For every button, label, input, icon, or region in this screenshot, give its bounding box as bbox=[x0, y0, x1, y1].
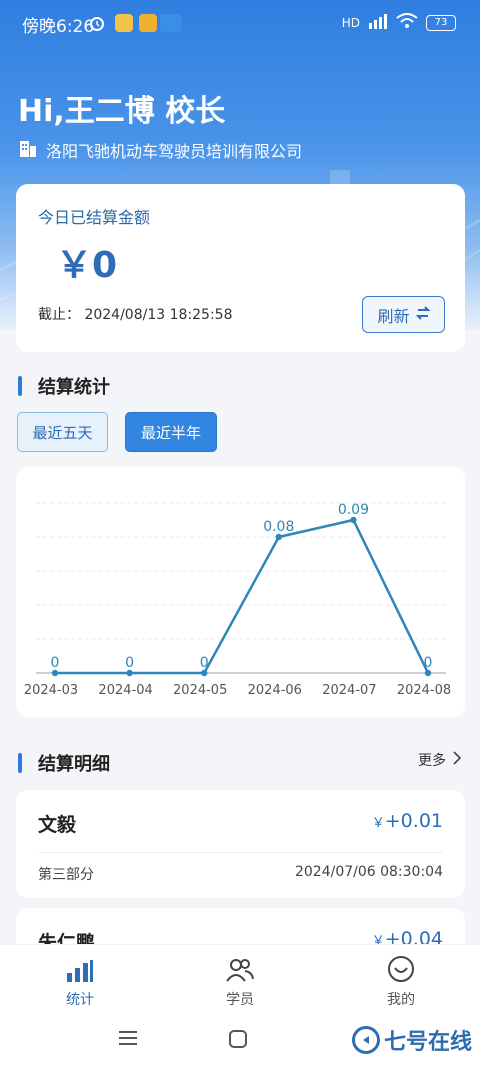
stats-title: 结算统计 bbox=[38, 377, 110, 398]
zhihu-icon bbox=[160, 14, 182, 32]
record-amount: ￥+0.01 bbox=[372, 810, 443, 832]
settlement-cutoff: 截止： 2024/08/13 18:25:58 bbox=[38, 304, 232, 324]
series-line bbox=[55, 518, 430, 675]
tab-mine[interactable]: 我的 bbox=[351, 953, 451, 1009]
refresh-label: 刷新 bbox=[377, 306, 410, 326]
record-time: 2024/07/06 08:30:04 bbox=[294, 864, 443, 880]
notification-app-icon bbox=[115, 14, 133, 32]
signal-icon bbox=[368, 13, 388, 32]
details-section-title: 结算明细 bbox=[18, 750, 110, 776]
bottom-tab-bar: 统计 学员 我的 bbox=[0, 944, 480, 1012]
data-label: 0 bbox=[125, 655, 134, 671]
greeting-title: Hi,王二博 校长 bbox=[18, 94, 226, 129]
settlement-title: 今日已结算金额 bbox=[38, 208, 151, 227]
home-icon[interactable] bbox=[229, 1030, 247, 1052]
users-icon bbox=[190, 953, 290, 983]
stats-section-title: 结算统计 bbox=[18, 373, 110, 399]
menu-icon[interactable] bbox=[118, 1030, 138, 1050]
watermark-text: 七号在线 bbox=[383, 1030, 472, 1055]
data-label: 0 bbox=[51, 655, 60, 671]
record-divider bbox=[38, 852, 443, 853]
x-tick-label: 2024-07 bbox=[322, 683, 376, 698]
status-time: 傍晚6:26 bbox=[22, 17, 95, 37]
details-title: 结算明细 bbox=[38, 754, 110, 775]
settlement-line-chart: 0 0 0 0.08 0.09 0 2024-03 2024-04 2024-05 2024-06… bbox=[24, 502, 451, 698]
more-link[interactable]: 更多 bbox=[418, 750, 462, 770]
watermark-logo-icon bbox=[351, 1026, 380, 1054]
record-category: 第三部分 bbox=[38, 867, 94, 883]
tab-students[interactable]: 学员 bbox=[190, 953, 290, 1009]
x-tick-label: 2024-04 bbox=[98, 683, 152, 698]
cutoff-label: 截止： bbox=[38, 307, 80, 323]
data-label: 0.08 bbox=[263, 519, 294, 535]
alarm-icon bbox=[88, 14, 106, 32]
wifi-icon bbox=[396, 13, 418, 32]
tab-statistics[interactable]: 统计 bbox=[30, 953, 130, 1009]
more-label: 更多 bbox=[418, 753, 446, 769]
status-bar: 傍晚6:26 HD 73 bbox=[0, 0, 480, 46]
section-accent-bar bbox=[18, 376, 22, 396]
tab-statistics-label: 统计 bbox=[66, 992, 94, 1008]
company-label: 洛阳飞驰机动车驾驶员培训有限公司 bbox=[46, 142, 303, 161]
x-tick-label: 2024-06 bbox=[248, 683, 302, 698]
smile-icon bbox=[351, 953, 451, 983]
building-icon bbox=[18, 138, 38, 162]
watermark: 七号在线 bbox=[351, 1024, 472, 1056]
network-type: HD bbox=[341, 15, 360, 30]
notification-app-icon-2 bbox=[139, 14, 157, 32]
x-tick-label: 2024-03 bbox=[24, 683, 78, 698]
settlement-amount: ￥0 bbox=[56, 245, 118, 286]
range-last-half-year-button[interactable]: 最近半年 bbox=[125, 412, 217, 452]
settlement-record[interactable]: 文毅 ￥+0.01 第三部分 2024/07/06 08:30:04 bbox=[16, 790, 465, 898]
record-amount-value: +0.01 bbox=[384, 810, 443, 832]
range-last-5-days-button[interactable]: 最近五天 bbox=[17, 412, 108, 452]
data-label: 0.09 bbox=[338, 502, 369, 518]
data-label: 0 bbox=[200, 655, 209, 671]
section-accent-bar bbox=[18, 753, 22, 773]
bar-chart-icon bbox=[30, 953, 130, 983]
status-right: HD 73 bbox=[342, 13, 456, 32]
data-label: 0 bbox=[424, 655, 433, 671]
battery-indicator: 73 bbox=[426, 14, 456, 31]
settlement-card: 今日已结算金额 ￥0 截止： 2024/08/13 18:25:58 刷新 bbox=[16, 184, 465, 352]
settlement-chart-card: 0 0 0 0.08 0.09 0 2024-03 2024-04 2024-05 2024-06… bbox=[16, 467, 465, 717]
company-name: 洛阳飞驰机动车驾驶员培训有限公司 bbox=[18, 138, 302, 162]
x-tick-label: 2024-08 bbox=[397, 683, 451, 698]
chevron-right-icon bbox=[452, 751, 462, 769]
refresh-button[interactable]: 刷新 bbox=[362, 296, 445, 333]
record-name: 文毅 bbox=[38, 814, 77, 836]
x-tick-label: 2024-05 bbox=[173, 683, 227, 698]
swap-icon bbox=[415, 305, 430, 325]
cutoff-time: 2024/08/13 18:25:58 bbox=[84, 307, 233, 323]
tab-students-label: 学员 bbox=[226, 992, 254, 1008]
tab-mine-label: 我的 bbox=[387, 992, 415, 1008]
record-currency: ￥ bbox=[371, 816, 385, 831]
